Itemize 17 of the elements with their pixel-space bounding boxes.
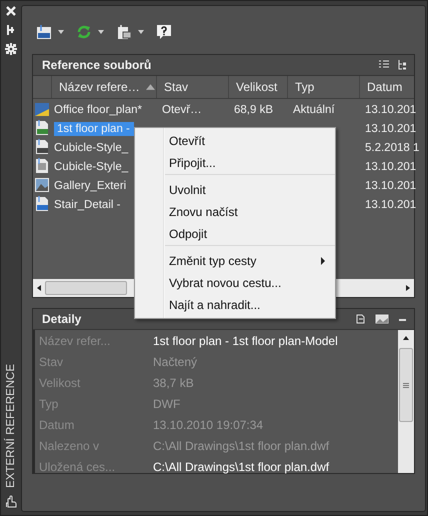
table-cell: 13.10.201 — [365, 122, 416, 134]
palette-title: EXTERNÍ REFERENCE — [5, 364, 17, 488]
table-cell: Otevř… — [162, 104, 202, 116]
table-cell: 13.10.201 — [365, 104, 416, 116]
property-value: 13.10.2010 19:07:34 — [153, 418, 264, 432]
table-cell: 13.10.201 — [365, 180, 416, 192]
table-cell: 13.10.201 — [365, 160, 416, 172]
table-cell: 68,9 kB — [234, 104, 273, 116]
table-cell: 13.10.201 — [365, 198, 416, 210]
panel-title: Reference souborů — [42, 58, 152, 72]
table-cell: Aktuální — [293, 104, 335, 116]
panel-title: Detaily — [42, 312, 82, 326]
property-value: C:\All Drawings\1st floor plan.dwf — [153, 438, 330, 452]
property-value: Načtený — [153, 354, 198, 368]
table-cell: 5.2.2018 1 — [365, 142, 420, 154]
property-value: 38,7 kB — [153, 376, 194, 390]
property-value: DWF — [153, 396, 180, 410]
